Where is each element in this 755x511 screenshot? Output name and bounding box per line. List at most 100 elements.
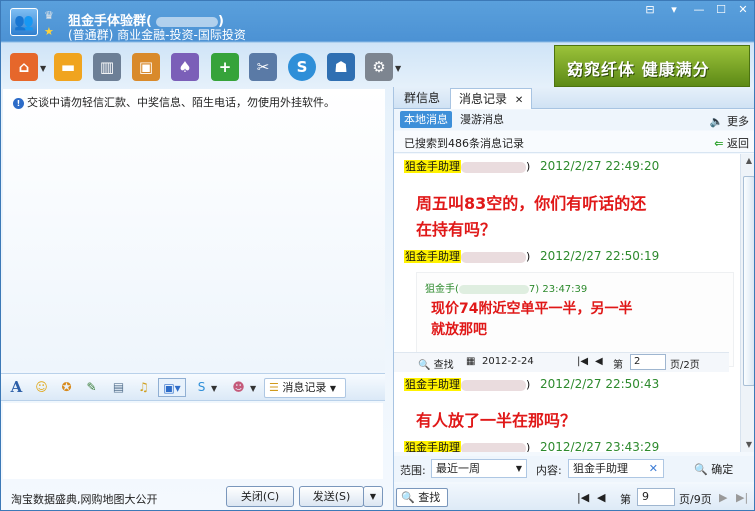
tab-local-messages[interactable]: 本地消息 <box>400 111 452 128</box>
message-history-list[interactable]: 狙金手助理) 2012/2/27 22:49:20 周五叫83空的，你们有听话的… <box>394 154 740 452</box>
tab-message-history-label: 消息记录 <box>459 92 508 106</box>
close-button[interactable]: 关闭(C) <box>226 486 294 507</box>
next-page-icon[interactable]: ▶ <box>719 491 727 504</box>
bottom-bar: 淘宝数据盛典,网购地图大公开 关闭(C) 发送(S) ▼ <box>1 479 385 510</box>
message-history-label: 消息记录 <box>282 381 327 394</box>
chevron-down-icon[interactable]: ▼ <box>211 384 217 393</box>
tab-group-info[interactable]: 群信息 <box>396 88 448 109</box>
pen-icon[interactable]: ✎ <box>82 378 101 397</box>
folder-icon[interactable]: ▬ <box>54 53 82 81</box>
ad-text-link[interactable]: 淘宝数据盛典,网购地图大公开 <box>11 491 158 507</box>
redacted-id <box>461 379 526 391</box>
settings-icon[interactable]: ⚙ <box>365 53 393 81</box>
plus-icon[interactable]: + <box>211 53 239 81</box>
group-subtitle: (普通群) 商业金融-投资-国际投资 <box>68 28 246 42</box>
image-icon[interactable]: ▤ <box>109 378 128 397</box>
find-button[interactable]: 🔍 查找 <box>396 488 448 507</box>
first-page-icon[interactable]: |◀ <box>577 491 589 504</box>
chevron-down-icon[interactable]: ▼ <box>40 64 46 73</box>
sender-name: 狙金手助理 <box>404 441 461 452</box>
search-summary-bar: 已搜索到486条消息记录 ⇐ 返回 <box>394 131 754 153</box>
home-icon[interactable]: ⌂ <box>10 53 38 81</box>
content-label: 内容: <box>536 464 562 477</box>
message-history-button[interactable]: ☰ 消息记录 ▼ <box>264 378 346 398</box>
quote-page-input[interactable]: 2 <box>630 354 666 370</box>
format-toolbar: A ☺ ✪ ✎ ▤ ♫ ▣▾ S ▼ ☻ ▼ ☰ 消息记录 ▼ <box>1 373 385 401</box>
redacted-group-id <box>155 16 218 27</box>
quote-find-button[interactable]: 🔍 查找 <box>418 356 454 371</box>
ad-banner[interactable]: 窈窕纤体 健康满分 <box>554 45 750 87</box>
prev-page-icon[interactable]: ◀ <box>597 491 605 504</box>
back-label: 返回 <box>727 137 749 150</box>
scrollbar-thumb[interactable] <box>743 176 754 386</box>
chevron-down-icon[interactable]: ▼ <box>395 64 401 73</box>
screenshot-icon[interactable]: ▣▾ <box>158 378 186 397</box>
back-link[interactable]: ⇐ 返回 <box>714 135 749 151</box>
maximize-button[interactable]: ☐ <box>710 1 732 19</box>
back-arrow-icon: ⇐ <box>714 137 724 150</box>
quote-pagination-bar: 🔍 查找 ▦ 2012-2-24 |◀ ◀ 第 2 页/2页 <box>394 352 729 372</box>
message-line: 周五叫83空的，你们有听话的还 <box>416 194 647 213</box>
prev-page-icon[interactable]: ◀ <box>595 356 603 367</box>
page-input[interactable]: 9 <box>637 488 675 506</box>
message-input[interactable] <box>3 403 383 479</box>
quoted-text: 现价74附近空单平一半，另一半 就放那吧 <box>431 299 721 341</box>
profile-icon[interactable]: ☗ <box>327 53 355 81</box>
range-value: 最近一周 <box>436 462 480 475</box>
star-icon: ★ <box>44 25 54 38</box>
clear-icon[interactable]: ✕ <box>649 460 658 477</box>
magnifier-icon: 🔍 <box>418 360 431 371</box>
message-sender: 狙金手助理) <box>404 376 530 392</box>
close-tab-icon[interactable]: ✕ <box>515 95 523 106</box>
tab-roaming-messages[interactable]: 漫游消息 <box>456 111 508 128</box>
message-line: 就放那吧 <box>431 322 487 338</box>
palette-icon[interactable]: ♠ <box>171 53 199 81</box>
send-button[interactable]: 发送(S) <box>299 486 364 507</box>
redacted-id <box>461 442 526 452</box>
quoted-time: 7) 23:47:39 <box>528 284 588 295</box>
magic-face-icon[interactable]: ☻ <box>229 378 248 397</box>
content-search-input[interactable]: 狙金手助理 ✕ <box>568 459 664 478</box>
menu-button[interactable]: ▾ <box>663 1 685 19</box>
calendar-icon[interactable]: ▦ <box>466 356 475 367</box>
sender-id-close: ) <box>526 250 531 263</box>
chat-messages-area[interactable]: ! 交谈中请勿轻信汇款、中奖信息、陌生电话，勿使用外挂软件。 <box>3 89 385 371</box>
close-window-button[interactable]: ✕ <box>732 1 754 19</box>
music-icon[interactable]: ♫ <box>134 378 153 397</box>
soso-icon[interactable]: S <box>288 53 316 81</box>
scroll-up-icon[interactable]: ▲ <box>741 154 754 168</box>
quote-date[interactable]: 2012-2-24 <box>482 356 534 367</box>
content-value: 狙金手助理 <box>573 462 628 475</box>
confirm-label: 确定 <box>711 463 734 476</box>
last-page-icon[interactable]: ▶| <box>736 491 748 504</box>
font-icon[interactable]: A <box>7 378 26 397</box>
scroll-down-icon[interactable]: ▼ <box>741 438 754 452</box>
emoji-icon[interactable]: ☺ <box>32 378 51 397</box>
send-options-button[interactable]: ▼ <box>363 486 383 507</box>
more-menu[interactable]: 🔈 更多 <box>710 113 749 129</box>
tools-icon[interactable]: ✂ <box>249 53 277 81</box>
sender-name: 狙金手助理 <box>404 378 461 391</box>
tab-message-history[interactable]: 消息记录 ✕ <box>450 88 533 109</box>
skin-button[interactable]: ⊟ <box>639 1 661 19</box>
first-page-icon[interactable]: |◀ <box>577 356 588 367</box>
app-window-icon[interactable]: ▣ <box>132 53 160 81</box>
soso-icon[interactable]: S <box>192 378 211 397</box>
group-avatar[interactable]: 👥 <box>10 8 38 36</box>
range-select[interactable]: 最近一周 ▼ <box>431 459 527 478</box>
safety-notice-text: 交谈中请勿轻信汇款、中奖信息、陌生电话，勿使用外挂软件。 <box>27 96 335 109</box>
quote-page-label: 第 <box>613 360 623 371</box>
main-toolbar: ⌂ ▼ ▬ ▥ ▣ ♠ + ✂ S ☗ ⚙ ▼ <box>1 51 411 87</box>
chevron-down-icon: ▼ <box>329 384 337 393</box>
ad-banner-text: 窈窕纤体 健康满分 <box>567 60 710 79</box>
chevron-down-icon[interactable]: ▼ <box>250 384 256 393</box>
shake-icon[interactable]: ✪ <box>57 378 76 397</box>
film-icon[interactable]: ▥ <box>93 53 121 81</box>
sender-id-close: ) <box>526 378 531 391</box>
sender-name: 狙金手助理 <box>404 250 461 263</box>
message-text: 周五叫83空的，你们有听话的还 在持有吗？ <box>416 191 726 243</box>
confirm-button[interactable]: 🔍 确定 <box>694 461 733 477</box>
history-scrollbar[interactable]: ▲ ▼ <box>740 154 754 452</box>
history-subtabs: 本地消息 漫游消息 🔈 更多 <box>394 110 754 130</box>
minimize-button[interactable]: — <box>688 1 710 19</box>
